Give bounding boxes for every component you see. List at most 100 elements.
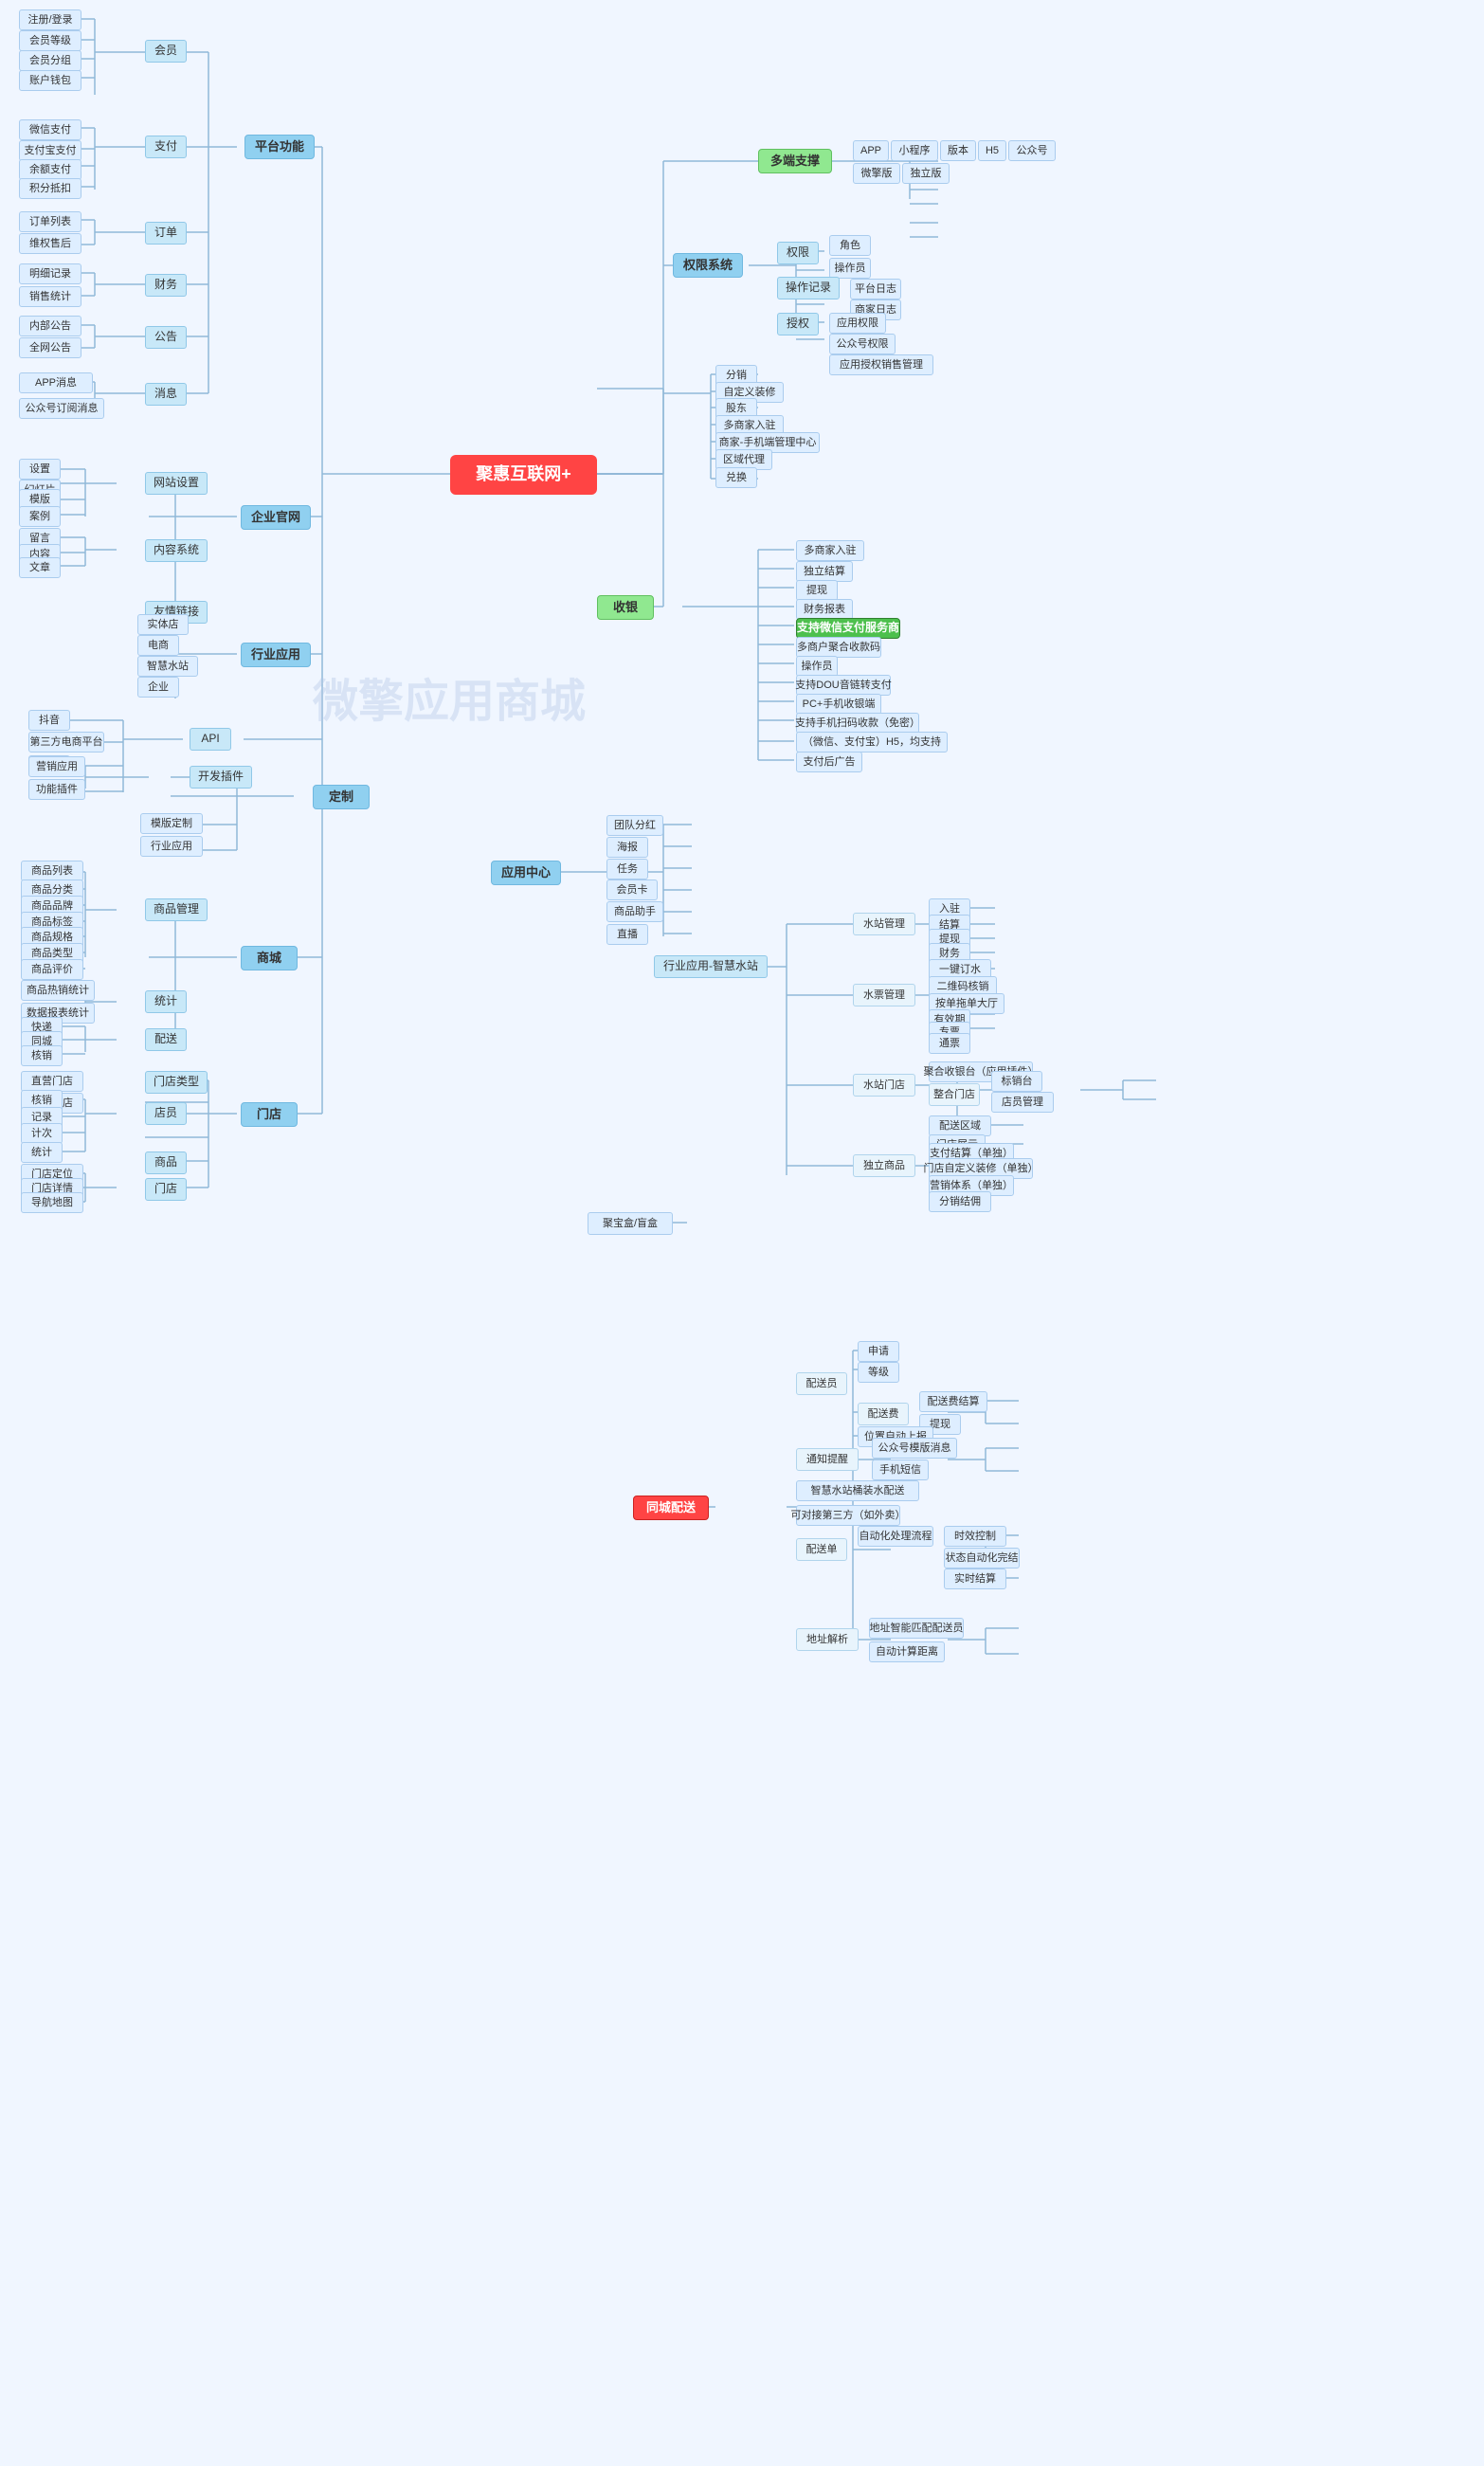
node-wechat-pay-service: 支持微信支付服务商 bbox=[796, 618, 900, 639]
node-city-delivery: 同城配送 bbox=[633, 1496, 709, 1520]
node-auth: 授权 bbox=[777, 313, 819, 335]
node-store2: 门店 bbox=[145, 1178, 187, 1201]
node-cashier-operator: 操作员 bbox=[796, 656, 838, 677]
node-time-control: 时效控制 bbox=[944, 1526, 1006, 1547]
node-dev-plugin: 开发插件 bbox=[190, 766, 252, 789]
node-mall: 商城 bbox=[241, 946, 298, 970]
node-industry: 行业应用 bbox=[241, 643, 311, 667]
node-goods-assistant: 商品助手 bbox=[606, 901, 663, 922]
node-platform-log: 平台日志 bbox=[850, 279, 901, 299]
node-pass-ticket: 通票 bbox=[929, 1033, 970, 1054]
node-industry-app: 行业应用 bbox=[140, 836, 203, 857]
node-nav-map: 导航地图 bbox=[21, 1192, 83, 1213]
node-withdraw: 提现 bbox=[796, 580, 838, 601]
node-refund: 维权售后 bbox=[19, 233, 81, 254]
node-smart-match: 地址智能匹配配送员 bbox=[869, 1618, 964, 1639]
node-h5: H5 bbox=[978, 140, 1006, 161]
mindmap-container: 微擎应用商城 聚惠互联网+ 平台功能 会员 注册/登录 会员等级 会员分组 账户… bbox=[0, 0, 1484, 2466]
node-operator: 操作员 bbox=[829, 258, 871, 279]
node-ecommerce: 电商 bbox=[137, 635, 179, 656]
node-delivery-fee: 配送费 bbox=[858, 1403, 909, 1425]
node-msg: 消息 bbox=[145, 383, 187, 406]
node-deliveryman: 配送员 bbox=[796, 1372, 847, 1395]
node-delivery-order: 配送单 bbox=[796, 1538, 847, 1561]
node-cashier: 收银 bbox=[597, 595, 654, 620]
node-dist-commission: 分销结佣 bbox=[929, 1191, 991, 1212]
node-level: 等级 bbox=[858, 1362, 899, 1383]
node-realtime-settle: 实时结算 bbox=[944, 1568, 1006, 1589]
center-node: 聚惠互联网+ bbox=[450, 455, 597, 495]
node-physical-store: 实体店 bbox=[137, 614, 189, 635]
node-appcenter: 应用中心 bbox=[491, 861, 561, 885]
node-live: 直播 bbox=[606, 924, 648, 945]
node-multi-join: 多商家入驻 bbox=[796, 540, 864, 561]
node-statistics: 统计 bbox=[21, 1142, 63, 1163]
node-staff-mgr: 店员管理 bbox=[991, 1092, 1054, 1113]
node-template-custom: 模版定制 bbox=[140, 813, 203, 834]
node-balance-pay: 余额支付 bbox=[19, 159, 81, 180]
node-order: 订单 bbox=[145, 222, 187, 245]
node-group-dividend: 团队分红 bbox=[606, 815, 663, 836]
node-stat: 统计 bbox=[145, 990, 187, 1013]
node-account-wallet: 账户钱包 bbox=[19, 70, 81, 91]
node-multi-support: 多端支撑 bbox=[758, 149, 832, 173]
node-notify: 通知提醒 bbox=[796, 1448, 859, 1471]
node-goods-mgr: 商品管理 bbox=[145, 898, 208, 921]
node-label-desk: 标销台 bbox=[991, 1071, 1042, 1092]
node-staff: 店员 bbox=[145, 1102, 187, 1125]
node-corpsite: 企业官网 bbox=[241, 505, 311, 530]
node-app-msg: APP消息 bbox=[19, 372, 93, 393]
node-independent: 独立版 bbox=[902, 163, 950, 184]
node-version: 版本 bbox=[940, 140, 976, 161]
node-auto-complete: 状态自动化完结 bbox=[944, 1548, 1020, 1568]
node-custom: 定制 bbox=[313, 785, 370, 809]
node-detail-record: 明细记录 bbox=[19, 263, 81, 284]
node-pay: 支付 bbox=[145, 136, 187, 158]
node-case: 案例 bbox=[19, 506, 61, 527]
node-poster: 海报 bbox=[606, 837, 648, 858]
node-miniprogram: 小程序 bbox=[891, 140, 938, 161]
node-alipay: 支付宝支付 bbox=[19, 140, 81, 161]
node-h5-support: （微信、支付宝）H5，均支持 bbox=[796, 732, 948, 752]
node-sms: 手机短信 bbox=[872, 1460, 929, 1480]
node-third-party: 可对接第三方（如外卖） bbox=[796, 1505, 900, 1526]
node-douyin: 抖音 bbox=[28, 710, 70, 731]
node-article: 文章 bbox=[19, 557, 61, 578]
node-goods-store: 商品 bbox=[145, 1151, 187, 1174]
node-delivery-area: 配送区域 bbox=[929, 1115, 991, 1136]
node-smartwater: 智慧水站 bbox=[137, 656, 198, 677]
node-internal-notice: 内部公告 bbox=[19, 316, 81, 336]
node-oplog: 操作记录 bbox=[777, 277, 840, 299]
node-finance: 财务 bbox=[145, 274, 187, 297]
node-enterprise: 企业 bbox=[137, 677, 179, 698]
node-global-notice: 全网公告 bbox=[19, 337, 81, 358]
node-store-type: 门店类型 bbox=[145, 1071, 208, 1094]
node-address: 地址解析 bbox=[796, 1628, 859, 1651]
node-points-deduct: 积分抵扣 bbox=[19, 178, 81, 199]
node-scan-pay: 支持手机扫码收款（免密） bbox=[796, 713, 919, 734]
node-account-tmpl: 公众号模版消息 bbox=[872, 1438, 957, 1459]
node-third-ecom: 第三方电商平台 bbox=[28, 732, 104, 752]
node-member: 会员 bbox=[145, 40, 187, 63]
node-weiqing: 微擎版 bbox=[853, 163, 900, 184]
node-count: 计次 bbox=[21, 1123, 63, 1144]
node-ind-goods: 独立商品 bbox=[853, 1154, 915, 1177]
node-multi-collect: 多商户聚合收款码 bbox=[796, 637, 881, 658]
node-dou-pay: 支持DOU音链转支付 bbox=[796, 675, 891, 696]
node-sales-stat: 销售统计 bbox=[19, 286, 81, 307]
node-smartwater-industry: 行业应用-智慧水站 bbox=[654, 955, 768, 978]
node-content-sys: 内容系统 bbox=[145, 539, 208, 562]
node-auto-process: 自动化处理流程 bbox=[858, 1526, 933, 1547]
node-goods-list: 商品列表 bbox=[21, 861, 83, 881]
node-goods-review: 商品评价 bbox=[21, 959, 83, 980]
node-after-pay-ad: 支付后广告 bbox=[796, 752, 862, 772]
node-integrated-store: 整合门店 bbox=[929, 1083, 980, 1106]
node-smart-water-deliver: 智慧水站桶装水配送 bbox=[796, 1480, 919, 1501]
node-api: API bbox=[190, 728, 231, 751]
node-setting: 设置 bbox=[19, 459, 61, 480]
node-app-rights: 应用权限 bbox=[829, 313, 886, 334]
node-notice: 公告 bbox=[145, 326, 187, 349]
node-direct-store: 直营门店 bbox=[21, 1071, 83, 1092]
node-station-store: 水站门店 bbox=[853, 1074, 915, 1097]
node-account-rights: 公众号权限 bbox=[829, 334, 896, 354]
